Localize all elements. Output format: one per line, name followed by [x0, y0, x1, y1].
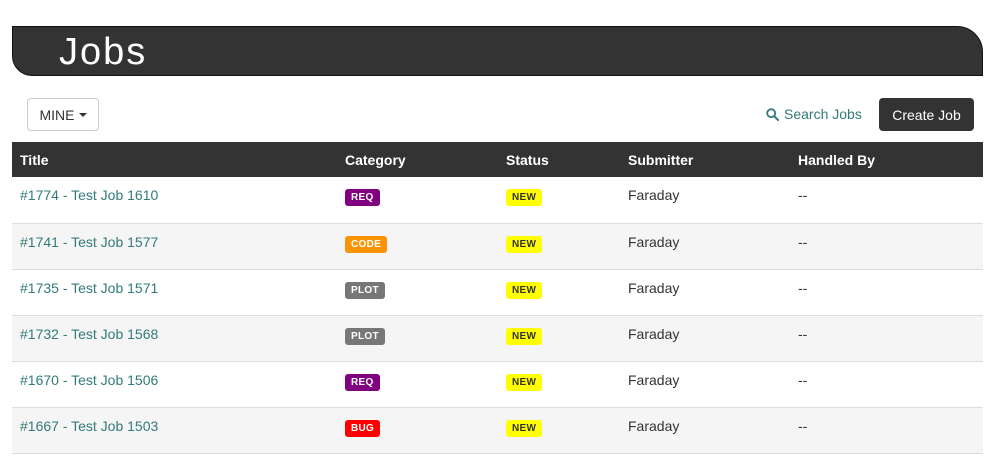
page-title: Jobs — [59, 31, 148, 73]
table-header-row: Title Category Status Submitter Handled … — [12, 142, 983, 177]
handled-by-cell: -- — [790, 407, 983, 454]
filter-dropdown[interactable]: MINE — [27, 98, 99, 131]
submitter-cell: Faraday — [620, 361, 790, 408]
handled-by-cell: -- — [790, 269, 983, 316]
table-row[interactable]: #1670 - Test Job 1506 REQ NEW Faraday -- — [12, 361, 983, 408]
status-badge: NEW — [506, 281, 543, 299]
search-jobs-label: Search Jobs — [784, 106, 862, 122]
handled-by-cell: -- — [790, 361, 983, 408]
status-badge: NEW — [506, 419, 543, 437]
jobs-table: Title Category Status Submitter Handled … — [12, 142, 983, 454]
table-row[interactable]: #1741 - Test Job 1577 CODE NEW Faraday -… — [12, 223, 983, 270]
submitter-cell: Faraday — [620, 315, 790, 362]
column-header-handled-by[interactable]: Handled By — [790, 142, 983, 177]
status-badge: NEW — [506, 235, 543, 253]
category-badge: REQ — [345, 189, 380, 206]
job-title-link[interactable]: #1670 - Test Job 1506 — [20, 372, 158, 388]
submitter-cell: Faraday — [620, 407, 790, 454]
category-badge: PLOT — [345, 281, 385, 299]
column-header-title[interactable]: Title — [12, 142, 337, 177]
column-header-category[interactable]: Category — [337, 142, 498, 177]
search-jobs-link[interactable]: Search Jobs — [766, 104, 862, 124]
submitter-cell: Faraday — [620, 223, 790, 270]
handled-by-cell: -- — [790, 177, 983, 224]
job-title-link[interactable]: #1732 - Test Job 1568 — [20, 326, 158, 342]
category-badge: CODE — [345, 235, 388, 253]
page-header: Jobs — [12, 26, 983, 76]
job-title-link[interactable]: #1735 - Test Job 1571 — [20, 280, 158, 296]
submitter-cell: Faraday — [620, 177, 790, 224]
status-badge: NEW — [506, 373, 543, 391]
status-badge: NEW — [506, 327, 543, 345]
table-row[interactable]: #1774 - Test Job 1610 REQ NEW Faraday -- — [12, 177, 983, 224]
caret-down-icon — [78, 112, 87, 117]
category-badge: PLOT — [345, 327, 385, 345]
category-badge: REQ — [345, 373, 380, 391]
status-badge: NEW — [506, 189, 543, 206]
job-title-link[interactable]: #1741 - Test Job 1577 — [20, 234, 158, 250]
job-title-link[interactable]: #1774 - Test Job 1610 — [20, 187, 158, 203]
table-row[interactable]: #1735 - Test Job 1571 PLOT NEW Faraday -… — [12, 269, 983, 316]
table-row[interactable]: #1732 - Test Job 1568 PLOT NEW Faraday -… — [12, 315, 983, 362]
create-job-button[interactable]: Create Job — [879, 98, 974, 131]
handled-by-cell: -- — [790, 223, 983, 270]
column-header-status[interactable]: Status — [498, 142, 620, 177]
handled-by-cell: -- — [790, 315, 983, 362]
search-icon — [766, 107, 779, 121]
submitter-cell: Faraday — [620, 269, 790, 316]
table-row[interactable]: #1667 - Test Job 1503 BUG NEW Faraday -- — [12, 407, 983, 454]
category-badge: BUG — [345, 419, 381, 437]
job-title-link[interactable]: #1667 - Test Job 1503 — [20, 418, 158, 434]
column-header-submitter[interactable]: Submitter — [620, 142, 790, 177]
filter-dropdown-label: MINE — [39, 106, 75, 123]
